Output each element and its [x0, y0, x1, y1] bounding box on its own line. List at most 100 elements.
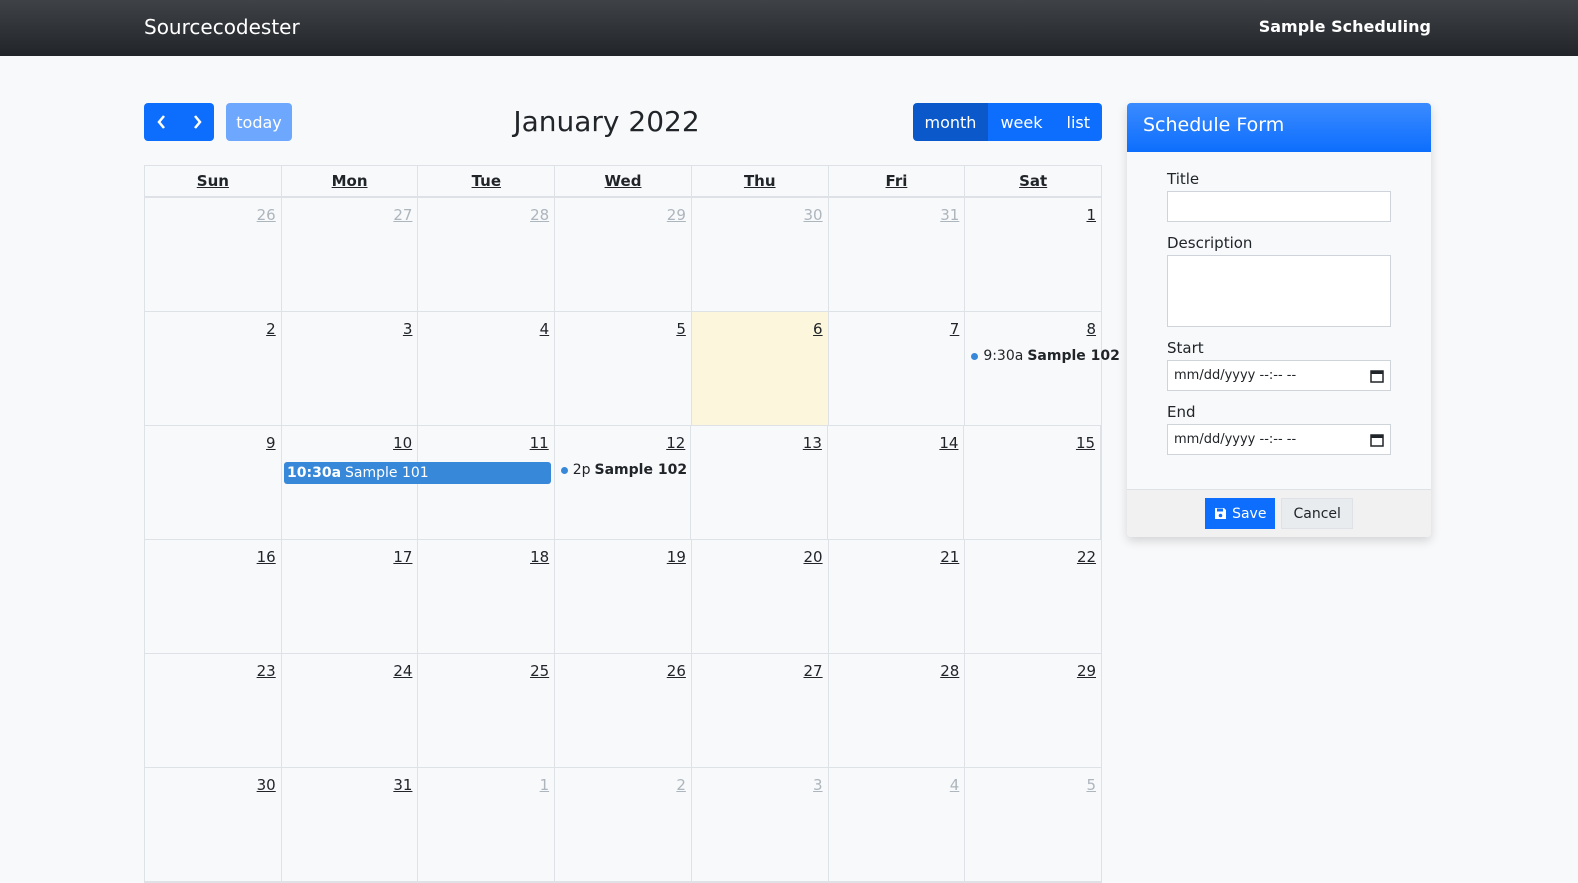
day-number[interactable]: 3	[813, 776, 823, 794]
day-cell[interactable]: 9	[145, 426, 282, 539]
day-cell[interactable]: 8 9:30a Sample 102	[965, 312, 1120, 425]
day-number[interactable]: 27	[393, 206, 412, 224]
day-of-week-wed[interactable]: Wed	[555, 166, 692, 196]
day-number[interactable]: 29	[667, 206, 686, 224]
day-number[interactable]: 2	[266, 320, 276, 338]
calendar-icon[interactable]	[1370, 369, 1384, 383]
day-cell[interactable]: 15	[964, 426, 1102, 539]
day-cell[interactable]: 29	[555, 198, 692, 311]
day-number[interactable]: 12	[666, 434, 685, 452]
brand-link[interactable]: Sourcecodester	[144, 15, 300, 39]
day-of-week-tue[interactable]: Tue	[418, 166, 556, 196]
day-number[interactable]: 28	[530, 206, 549, 224]
description-textarea[interactable]	[1167, 255, 1391, 327]
calendar-event[interactable]: 2p Sample 102	[560, 462, 687, 478]
cancel-button[interactable]: Cancel	[1281, 498, 1353, 529]
day-cell[interactable]: 4	[418, 312, 556, 425]
day-of-week-thu[interactable]: Thu	[692, 166, 829, 196]
day-cell[interactable]: 6	[691, 312, 829, 425]
day-cell[interactable]: 5	[555, 312, 692, 425]
day-cell[interactable]: 24	[282, 654, 419, 767]
day-cell[interactable]: 20	[692, 540, 829, 653]
day-number[interactable]: 30	[804, 206, 823, 224]
day-number[interactable]: 23	[257, 662, 276, 680]
day-cell[interactable]: 25	[418, 654, 556, 767]
day-number[interactable]: 4	[540, 320, 550, 338]
day-of-week-sat[interactable]: Sat	[965, 166, 1101, 196]
day-number[interactable]: 17	[393, 548, 412, 566]
day-number[interactable]: 11	[530, 434, 549, 452]
day-of-week-sun[interactable]: Sun	[145, 166, 282, 196]
day-of-week-fri[interactable]: Fri	[829, 166, 966, 196]
title-input[interactable]	[1167, 191, 1391, 222]
day-number[interactable]: 14	[939, 434, 958, 452]
day-number[interactable]: 22	[1077, 548, 1096, 566]
day-number[interactable]: 24	[393, 662, 412, 680]
day-cell[interactable]: 1	[418, 768, 556, 881]
day-number[interactable]: 31	[393, 776, 412, 794]
day-number[interactable]: 25	[530, 662, 549, 680]
day-number[interactable]: 5	[676, 320, 686, 338]
day-cell[interactable]: 30	[692, 198, 829, 311]
day-cell[interactable]: 31	[282, 768, 419, 881]
day-cell[interactable]: 2	[145, 312, 282, 425]
view-list-button[interactable]: list	[1054, 103, 1102, 141]
day-cell[interactable]: 19	[555, 540, 692, 653]
day-number[interactable]: 1	[1086, 206, 1096, 224]
day-cell[interactable]: 14	[828, 426, 965, 539]
day-cell[interactable]: 21	[829, 540, 966, 653]
day-number[interactable]: 13	[803, 434, 822, 452]
day-number[interactable]: 16	[257, 548, 276, 566]
day-cell[interactable]: 3	[282, 312, 419, 425]
day-cell[interactable]: 13	[691, 426, 828, 539]
end-datetime-input[interactable]: mm/dd/yyyy --:-- --	[1167, 424, 1391, 455]
day-cell[interactable]: 1	[965, 198, 1101, 311]
day-cell[interactable]: 28	[829, 654, 966, 767]
day-of-week-mon[interactable]: Mon	[282, 166, 419, 196]
day-number[interactable]: 3	[403, 320, 413, 338]
day-cell[interactable]: 22	[965, 540, 1101, 653]
day-number[interactable]: 26	[667, 662, 686, 680]
day-cell[interactable]: 27	[282, 198, 419, 311]
day-number[interactable]: 31	[940, 206, 959, 224]
day-number[interactable]: 27	[804, 662, 823, 680]
day-number[interactable]: 15	[1076, 434, 1095, 452]
view-week-button[interactable]: week	[988, 103, 1055, 141]
nav-title[interactable]: Sample Scheduling	[1259, 17, 1431, 36]
day-number[interactable]: 10	[393, 434, 412, 452]
day-number[interactable]: 28	[940, 662, 959, 680]
day-cell[interactable]: 16	[145, 540, 282, 653]
day-number[interactable]: 1	[540, 776, 550, 794]
day-number[interactable]: 19	[667, 548, 686, 566]
calendar-icon[interactable]	[1370, 433, 1384, 447]
day-cell[interactable]: 18	[418, 540, 556, 653]
day-cell[interactable]: 28	[418, 198, 556, 311]
start-datetime-input[interactable]: mm/dd/yyyy --:-- --	[1167, 360, 1391, 391]
calendar-event[interactable]: 10:30a Sample 101	[284, 462, 551, 484]
day-number[interactable]: 21	[940, 548, 959, 566]
day-cell[interactable]: 30	[145, 768, 282, 881]
day-cell[interactable]: 27	[692, 654, 829, 767]
day-cell[interactable]: 3	[692, 768, 829, 881]
day-cell[interactable]: 26	[555, 654, 692, 767]
day-number[interactable]: 20	[804, 548, 823, 566]
day-number[interactable]: 9	[266, 434, 276, 452]
day-number[interactable]: 7	[950, 320, 960, 338]
day-number[interactable]: 2	[676, 776, 686, 794]
day-cell[interactable]: 5	[965, 768, 1101, 881]
day-cell[interactable]: 2	[555, 768, 692, 881]
day-cell[interactable]: 4	[829, 768, 966, 881]
day-number[interactable]: 8	[1086, 320, 1096, 338]
day-cell[interactable]: 29	[965, 654, 1101, 767]
day-number[interactable]: 26	[257, 206, 276, 224]
day-number[interactable]: 5	[1086, 776, 1096, 794]
day-number[interactable]: 30	[257, 776, 276, 794]
day-number[interactable]: 18	[530, 548, 549, 566]
calendar-event[interactable]: 9:30a Sample 102	[971, 348, 1120, 364]
day-cell[interactable]: 17	[282, 540, 419, 653]
view-month-button[interactable]: month	[912, 103, 989, 141]
save-button[interactable]: Save	[1205, 498, 1276, 529]
day-cell[interactable]: 23	[145, 654, 282, 767]
day-cell[interactable]: 12 2p Sample 102	[555, 426, 692, 539]
day-number[interactable]: 4	[950, 776, 960, 794]
